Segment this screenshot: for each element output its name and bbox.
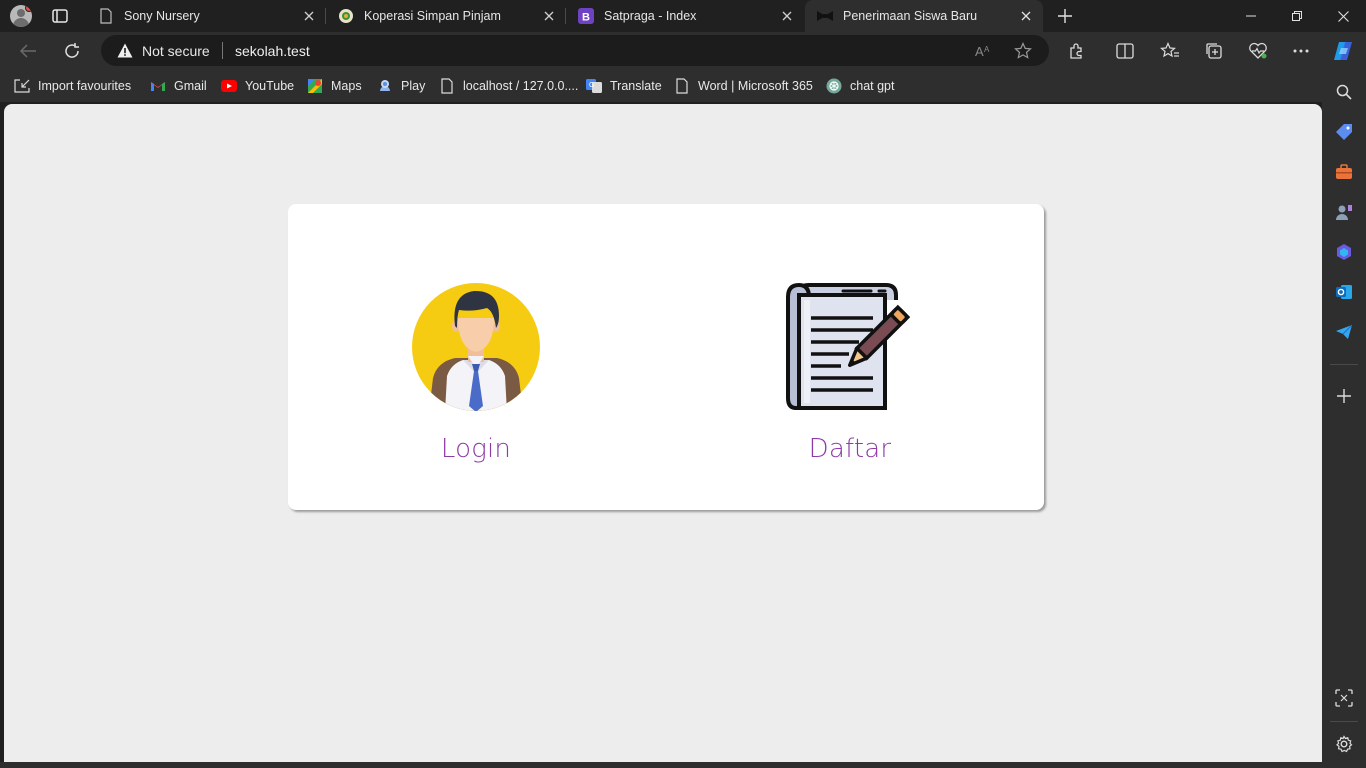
svg-text:A: A xyxy=(975,44,984,59)
browser-window: Sony Nursery Koperasi Simpan Pinjam B Sa… xyxy=(0,0,1366,768)
close-tab-icon[interactable] xyxy=(780,9,794,23)
screenshot-icon[interactable] xyxy=(1334,688,1354,708)
register-label[interactable]: Daftar xyxy=(809,434,892,464)
page-icon xyxy=(674,78,690,94)
close-tab-icon[interactable] xyxy=(302,9,316,23)
document-pencil-icon[interactable] xyxy=(785,282,915,412)
tab-koperasi[interactable]: Koperasi Simpan Pinjam xyxy=(326,0,566,32)
favorites-icon[interactable] xyxy=(1158,39,1182,63)
bookmark-word[interactable]: Word | Microsoft 365 xyxy=(674,77,813,95)
address-bar[interactable]: Not secure sekolah.test AA xyxy=(101,35,1049,66)
login-label[interactable]: Login xyxy=(441,434,511,464)
browser-essentials-icon[interactable] xyxy=(1246,39,1270,63)
tab-actions-icon[interactable] xyxy=(50,6,70,26)
read-aloud-icon[interactable]: AA xyxy=(974,41,994,61)
tab-penerimaan-siswa-baru[interactable]: Penerimaan Siswa Baru xyxy=(805,0,1043,32)
tab-title: Satpraga - Index xyxy=(604,9,697,23)
warning-icon[interactable] xyxy=(117,43,133,58)
login-option[interactable]: Login xyxy=(386,282,566,464)
window-bottom-edge xyxy=(0,762,1366,768)
back-button[interactable] xyxy=(16,39,40,63)
bookmark-localhost[interactable]: localhost / 127.0.0.... xyxy=(439,77,578,95)
minimize-button[interactable] xyxy=(1228,0,1274,32)
page-icon xyxy=(98,8,114,24)
bookmark-label: Import favourites xyxy=(38,79,132,93)
bookmark-chat-gpt[interactable]: chat gpt xyxy=(826,77,894,95)
bookmark-label: Gmail xyxy=(174,79,207,93)
bowtie-icon xyxy=(817,8,833,24)
profile-avatar-icon[interactable] xyxy=(10,5,32,27)
bookmark-youtube[interactable]: YouTube xyxy=(221,77,294,95)
translate-icon: G xyxy=(586,78,602,94)
page-icon xyxy=(439,78,455,94)
bookmark-maps[interactable]: Maps xyxy=(307,77,362,95)
bookmark-label: localhost / 127.0.0.... xyxy=(463,79,579,93)
bookmark-label: chat gpt xyxy=(850,79,895,93)
sidebar-divider xyxy=(1330,721,1358,722)
games-icon[interactable] xyxy=(1334,202,1354,222)
bookmark-label: YouTube xyxy=(245,79,295,93)
toolbar: Not secure sekolah.test AA xyxy=(0,32,1366,70)
bookmark-label: Translate xyxy=(610,79,662,93)
play-icon xyxy=(377,78,393,94)
bookmark-label: Play xyxy=(401,79,426,93)
tab-title: Koperasi Simpan Pinjam xyxy=(364,9,501,23)
svg-text:B: B xyxy=(582,12,590,24)
chatgpt-icon xyxy=(826,78,842,94)
bookmark-gmail[interactable]: Gmail xyxy=(150,77,207,95)
youtube-icon xyxy=(221,78,237,94)
extensions-icon[interactable] xyxy=(1065,39,1089,63)
page-viewport: Login Daftar xyxy=(4,104,1322,762)
new-tab-button[interactable] xyxy=(1054,5,1076,27)
copilot-icon[interactable] xyxy=(1331,39,1355,63)
address-divider xyxy=(222,42,223,59)
restore-button[interactable] xyxy=(1274,0,1320,32)
menu-card: Login Daftar xyxy=(288,204,1044,510)
search-icon[interactable] xyxy=(1334,82,1354,102)
tab-satpraga[interactable]: B Satpraga - Index xyxy=(566,0,804,32)
outlook-icon[interactable] xyxy=(1334,282,1354,302)
favorite-star-icon[interactable] xyxy=(1013,41,1033,61)
send-icon[interactable] xyxy=(1334,322,1354,342)
tab-strip: Sony Nursery Koperasi Simpan Pinjam B Sa… xyxy=(0,0,1366,32)
shopping-tag-icon[interactable] xyxy=(1334,122,1354,142)
svg-text:A: A xyxy=(984,45,990,54)
close-tab-icon[interactable] xyxy=(542,9,556,23)
bookmark-translate[interactable]: G Translate xyxy=(586,77,662,95)
bookmarks-bar: Import favourites Gmail YouTube Maps Pla… xyxy=(0,70,1366,102)
add-sidebar-app-icon[interactable] xyxy=(1334,386,1354,406)
collections-icon[interactable] xyxy=(1202,39,1226,63)
student-avatar-icon[interactable] xyxy=(411,282,541,412)
gmail-icon xyxy=(150,78,166,94)
bookmark-label: Maps xyxy=(331,79,362,93)
split-screen-icon[interactable] xyxy=(1113,39,1137,63)
url-text[interactable]: sekolah.test xyxy=(235,43,310,59)
close-window-button[interactable] xyxy=(1320,0,1366,32)
coop-icon xyxy=(338,8,354,24)
svg-text:G: G xyxy=(589,82,594,89)
tools-briefcase-icon[interactable] xyxy=(1334,162,1354,182)
close-tab-icon[interactable] xyxy=(1019,9,1033,23)
tab-title: Penerimaan Siswa Baru xyxy=(843,9,978,23)
edge-sidebar xyxy=(1322,70,1366,768)
bookmark-play[interactable]: Play xyxy=(377,77,425,95)
security-label[interactable]: Not secure xyxy=(142,43,210,59)
tab-title: Sony Nursery xyxy=(124,9,200,23)
bookmark-label: Word | Microsoft 365 xyxy=(698,79,813,93)
import-icon xyxy=(14,78,30,94)
sidebar-divider xyxy=(1330,364,1358,365)
copilot-sidebar-icon[interactable] xyxy=(1334,242,1354,262)
maps-icon xyxy=(307,78,323,94)
settings-gear-icon[interactable] xyxy=(1334,734,1354,754)
bookmark-import-favourites[interactable]: Import favourites xyxy=(14,77,131,95)
refresh-button[interactable] xyxy=(60,39,84,63)
more-options-icon[interactable] xyxy=(1289,39,1313,63)
bootstrap-icon: B xyxy=(578,8,594,24)
register-option[interactable]: Daftar xyxy=(760,282,940,464)
tab-sony-nursery[interactable]: Sony Nursery xyxy=(86,0,326,32)
